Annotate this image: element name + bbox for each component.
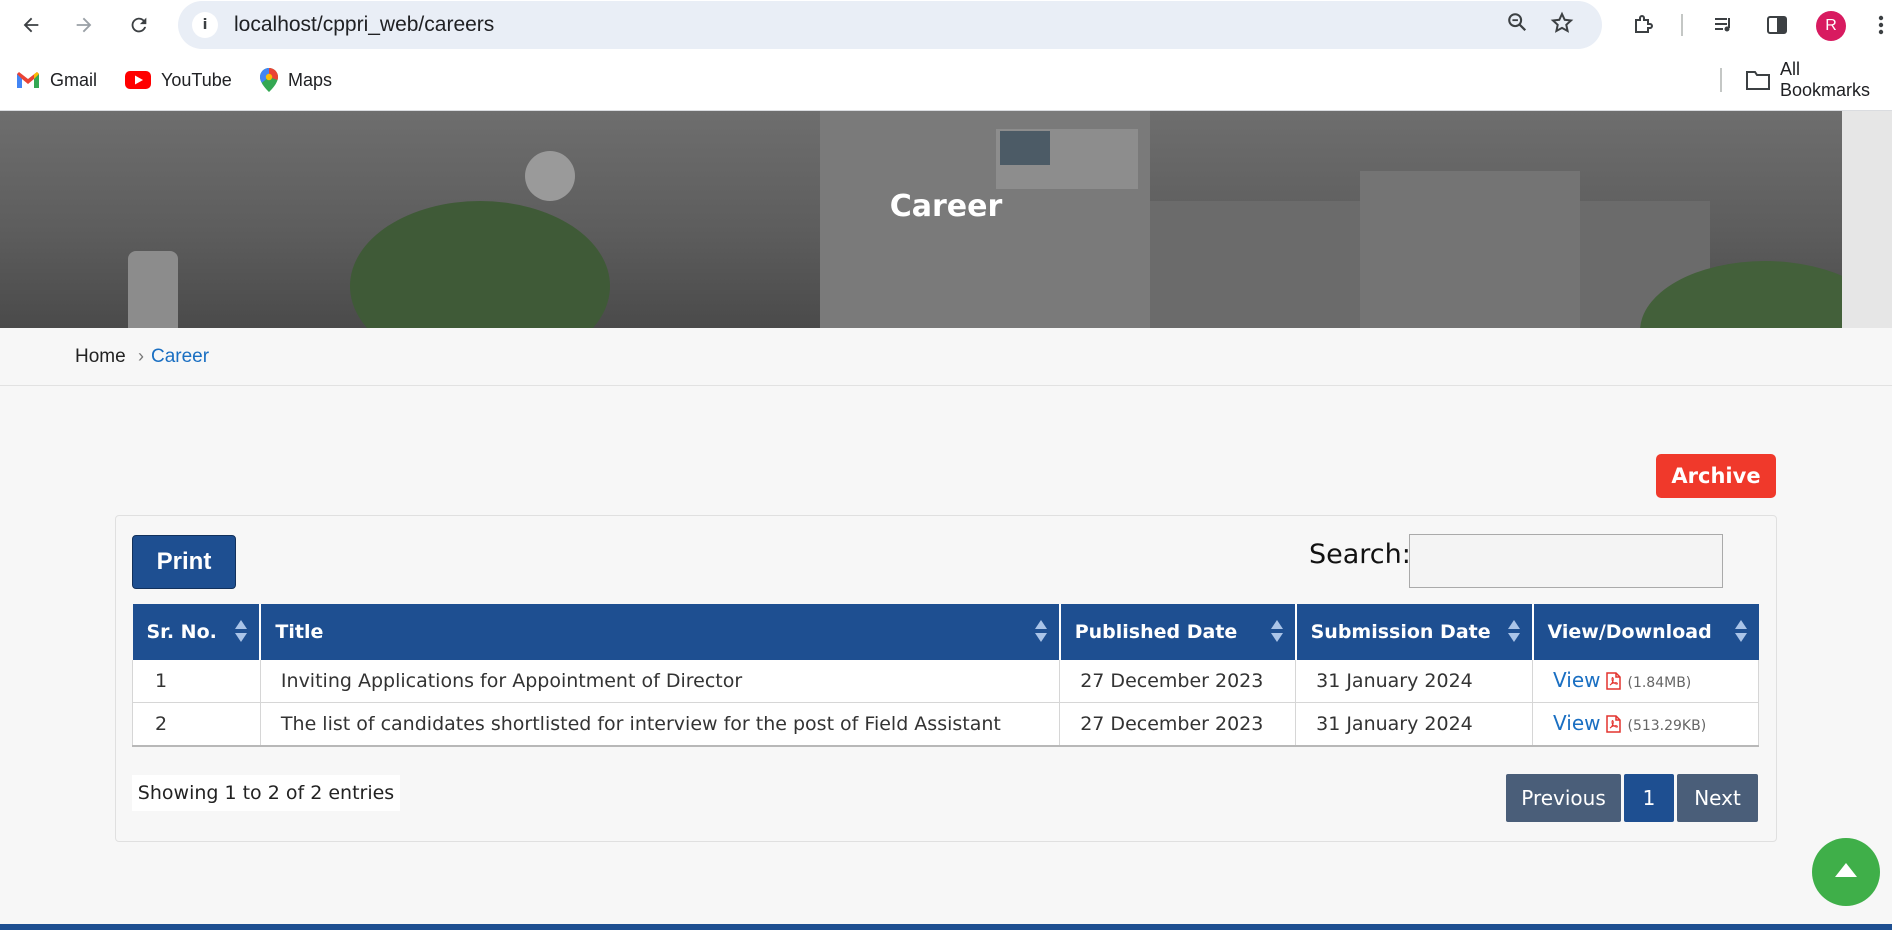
zoom-icon[interactable] [1506, 11, 1528, 39]
sort-icon [1034, 620, 1047, 644]
sort-icon [235, 620, 248, 644]
search-input[interactable] [1409, 534, 1723, 588]
column-header-label: Published Date [1074, 621, 1238, 643]
forward-icon[interactable] [69, 10, 99, 40]
bookmark-gmail[interactable]: Gmail [16, 66, 97, 94]
print-button[interactable]: Print [132, 535, 236, 589]
file-size: (513.29KB) [1627, 717, 1707, 734]
bookmark-star-icon[interactable] [1550, 11, 1574, 41]
column-header-label: View/Download [1547, 621, 1712, 643]
arrow-up-icon [1834, 862, 1858, 882]
cell-sr-no: 2 [132, 702, 261, 747]
view-link[interactable]: View [1553, 711, 1600, 735]
gmail-icon [16, 71, 40, 89]
pdf-icon[interactable] [1606, 671, 1622, 695]
sort-icon [1507, 620, 1520, 644]
side-panel-icon[interactable] [1762, 10, 1792, 40]
cell-published-date: 27 December 2023 [1059, 702, 1297, 747]
bookmarks-bar: Gmail YouTube Maps All Bookmarks [0, 50, 1892, 111]
breadcrumb-separator: › [138, 346, 144, 366]
cell-view-download: View (1.84MB) [1532, 660, 1759, 703]
bookmark-youtube[interactable]: YouTube [125, 66, 232, 94]
maps-icon [260, 68, 278, 92]
view-link[interactable]: View [1553, 668, 1600, 692]
careers-table: Sr. No. Title Published Date Submission … [132, 604, 1759, 747]
file-size: (1.84MB) [1627, 674, 1692, 691]
bookmark-label: Gmail [50, 69, 98, 90]
hero-sign-logo [1000, 131, 1050, 165]
browser-toolbar: i localhost/cppri_web/careers R [0, 0, 1892, 50]
extensions-icon[interactable] [1628, 10, 1658, 40]
cell-title: The list of candidates shortlisted for i… [260, 702, 1061, 747]
cell-sr-no: 1 [132, 660, 261, 703]
bookmark-maps[interactable]: Maps [260, 66, 332, 94]
table-info: Showing 1 to 2 of 2 entries [132, 775, 400, 811]
sort-icon [1270, 620, 1283, 644]
media-queue-icon[interactable] [1709, 10, 1739, 40]
page-title: Career [889, 189, 1003, 224]
breadcrumb-home-link[interactable]: Home [75, 346, 126, 368]
menu-kebab-icon[interactable] [1866, 10, 1892, 40]
bookmark-label: Maps [288, 69, 333, 90]
search-label: Search: [1309, 539, 1411, 570]
all-bookmarks[interactable]: All Bookmarks [1746, 59, 1892, 100]
scroll-to-top-button[interactable] [1812, 838, 1880, 906]
pagination-next-button[interactable]: Next [1677, 774, 1758, 822]
cell-submission-date: 31 January 2024 [1295, 702, 1534, 747]
folder-icon [1746, 70, 1770, 90]
all-bookmarks-label: All Bookmarks [1780, 59, 1871, 100]
column-header-label: Title [275, 621, 324, 643]
reload-icon[interactable] [124, 10, 154, 40]
youtube-icon [125, 71, 151, 89]
column-header-sr-no[interactable]: Sr. No. [132, 604, 262, 660]
cell-published-date: 27 December 2023 [1059, 660, 1297, 703]
footer-strip [0, 924, 1892, 930]
column-header-submission-date[interactable]: Submission Date [1295, 604, 1534, 660]
toolbar-divider [1681, 14, 1683, 36]
cell-title: Inviting Applications for Appointment of… [260, 660, 1061, 703]
archive-button[interactable]: Archive [1656, 454, 1776, 498]
back-icon[interactable] [16, 10, 46, 40]
address-bar[interactable]: i localhost/cppri_web/careers [178, 1, 1602, 49]
column-header-label: Submission Date [1310, 621, 1491, 643]
table-row: 2 The list of candidates shortlisted for… [132, 702, 1759, 747]
breadcrumb: Home › Career [0, 328, 1892, 386]
table-header-row: Sr. No. Title Published Date Submission … [132, 604, 1759, 660]
cell-view-download: View (513.29KB) [1532, 702, 1759, 747]
column-header-title[interactable]: Title [260, 604, 1061, 660]
table-row: 1 Inviting Applications for Appointment … [132, 660, 1759, 703]
bookmark-label: YouTube [161, 69, 232, 90]
site-info-icon[interactable]: i [192, 12, 218, 38]
url-text: localhost/cppri_web/careers [234, 13, 495, 36]
cell-submission-date: 31 January 2024 [1295, 660, 1534, 703]
profile-avatar[interactable]: R [1816, 11, 1846, 41]
sort-icon [1734, 620, 1747, 644]
pdf-icon[interactable] [1606, 714, 1622, 738]
column-header-label: Sr. No. [146, 621, 217, 643]
pagination-page-1[interactable]: 1 [1624, 774, 1674, 822]
hero-banner: Career [0, 111, 1892, 328]
column-header-published-date[interactable]: Published Date [1059, 604, 1297, 660]
hero-water-tower [128, 251, 178, 328]
bookmarks-divider [1720, 68, 1722, 92]
column-header-view-download[interactable]: View/Download [1532, 604, 1759, 660]
pagination-previous-button[interactable]: Previous [1506, 774, 1621, 822]
breadcrumb-current: Career [151, 346, 210, 367]
